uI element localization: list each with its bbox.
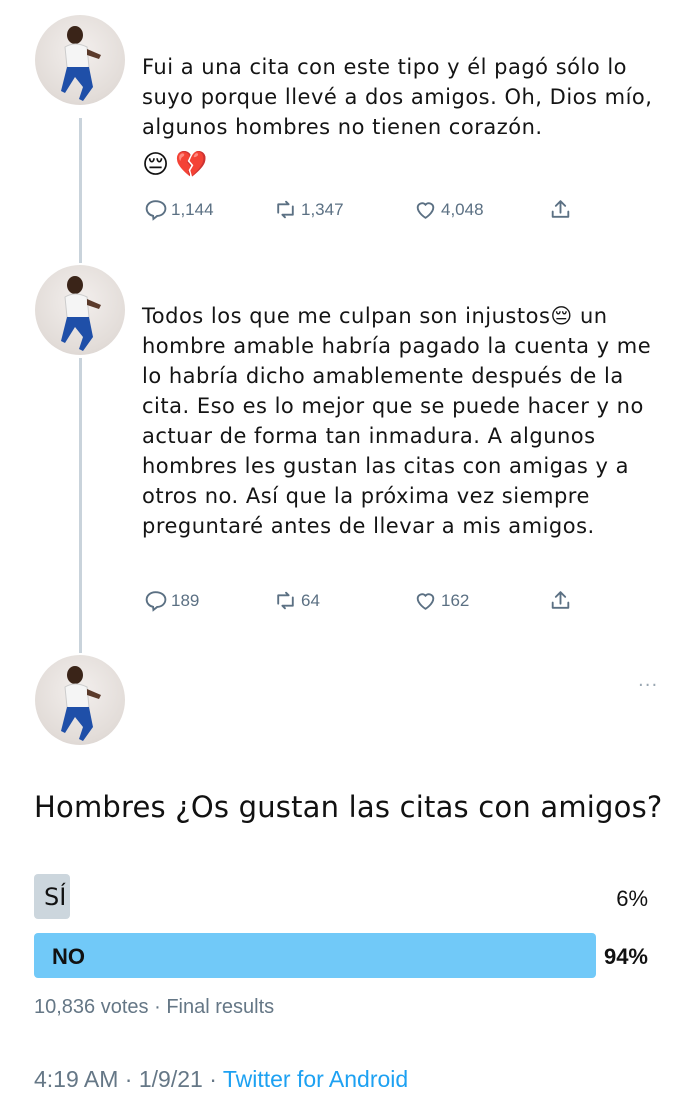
tweet-text: Todos los que me culpan son injustos😔 un… [142,304,652,538]
avatar[interactable] [35,15,125,105]
tweet-footer: 4:19 AM · 1/9/21 · Twitter for Android [34,1066,408,1093]
share-icon [551,200,570,218]
retweet-count: 64 [301,590,320,610]
tweet-source[interactable]: Twitter for Android [223,1066,408,1092]
tweet-actions: 1,144 1,347 4,048 [143,197,583,227]
emoji-row: 😔 💔 [142,150,207,180]
heart-icon [416,593,435,610]
reply-button[interactable]: 189 [143,588,199,613]
retweet-button[interactable]: 1,347 [273,197,344,222]
share-icon [551,591,570,609]
reply-count: 1,144 [171,199,214,219]
poll-status: Final results [166,996,275,1018]
like-button[interactable]: 4,048 [413,197,484,222]
retweet-count: 1,347 [301,199,344,219]
poll-option-percent: 6% [616,886,648,911]
more-options-button[interactable]: ... [638,670,658,691]
retweet-icon [277,200,294,219]
like-button[interactable]: 162 [413,588,469,613]
tweet-date[interactable]: 1/9/21 [139,1066,203,1092]
heart-icon [416,202,435,219]
poll-option-percent: 94% [603,944,648,969]
share-button[interactable] [548,197,573,222]
reply-count: 189 [171,590,200,610]
separator: · [124,1066,133,1092]
poll-votes: 10,836 votes [34,996,149,1018]
share-button[interactable] [548,588,573,613]
tweet-time[interactable]: 4:19 AM [34,1066,118,1092]
retweet-button[interactable]: 64 [273,588,320,613]
thread-line [79,118,82,263]
retweet-icon [277,591,294,610]
pensive-face-emoji: 😔 [142,150,170,180]
separator: · [209,1066,217,1092]
poll-meta: 10,836 votes · Final results [34,996,274,1019]
avatar[interactable] [35,265,125,355]
tweet-text: Fui a una cita con este tipo y él pagó s… [142,55,653,139]
tweet-actions: 189 64 162 [143,588,583,618]
poll-option-label: NO [52,944,85,969]
like-count: 4,048 [441,199,484,219]
poll-bar-no [34,933,596,978]
poll-question: Hombres ¿Os gustan las citas con amigos? [34,790,663,824]
reply-button[interactable]: 1,144 [143,197,214,222]
separator: · [154,996,161,1018]
reply-icon [145,591,167,612]
like-count: 162 [441,590,470,610]
thread-line [79,358,82,653]
poll-option-label: SÍ [44,883,67,911]
avatar[interactable] [35,655,125,745]
reply-icon [145,200,167,221]
broken-heart-emoji: 💔 [175,150,208,180]
